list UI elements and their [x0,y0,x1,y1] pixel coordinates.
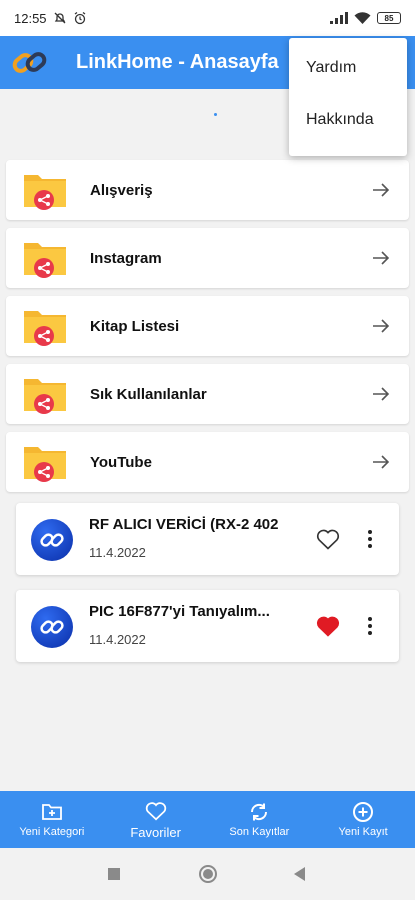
arrow-right-icon [373,455,390,469]
arrow-right-icon [373,319,390,333]
shared-folder-icon [22,169,68,211]
recents-square-icon[interactable] [107,867,121,881]
category-list: Alışveriş Instagram Kitap Listesi Sık Ku… [6,160,409,500]
link-date: 11.4.2022 [89,632,146,647]
nav-label: Son Kayıtlar [229,826,290,838]
shared-folder-icon [22,441,68,483]
loading-dot [214,113,217,116]
arrow-right-icon [373,387,390,401]
plus-circle-icon [353,802,374,822]
category-item[interactable]: Instagram [6,228,409,288]
arrow-right-icon [373,183,390,197]
signal-icon [330,12,348,24]
arrow-right-icon [373,251,390,265]
nav-new-record[interactable]: Yeni Kayıt [311,791,415,848]
category-label: Alışveriş [90,181,153,199]
nav-favorites[interactable]: Favoriler [104,791,208,848]
category-label: Instagram [90,249,162,267]
system-navigation-bar [0,848,415,900]
heart-filled-icon[interactable] [316,615,340,637]
category-label: Kitap Listesi [90,317,180,335]
battery-indicator: 85 [377,12,401,24]
link-date: 11.4.2022 [89,545,146,560]
link-record-card[interactable]: PIC 16F877'yi Tanıyalım... 11.4.2022 [16,590,399,662]
heart-outline-icon[interactable] [316,528,340,550]
folder-plus-icon [41,804,62,820]
link-chain-icon [31,606,73,648]
category-label: YouTube [90,453,152,471]
menu-item-hakkinda[interactable]: Hakkında [289,94,407,146]
category-item[interactable]: Alışveriş [6,160,409,220]
home-circle-icon[interactable] [198,864,218,884]
sync-icon [251,803,268,821]
link-title: RF ALICI VERİCİ (RX-2 402 [89,516,279,533]
nav-label: Yeni Kategori [19,826,85,838]
more-vert-icon[interactable] [364,614,376,638]
back-triangle-icon[interactable] [292,866,306,882]
bottom-navigation: Yeni Kategori Favoriler Son Kayıtlar Yen… [0,791,415,848]
category-label: Sık Kullanılanlar [90,385,207,403]
overflow-menu: Yardım Hakkında [289,38,407,156]
notifications-off-icon [54,12,66,24]
menu-item-yardim[interactable]: Yardım [289,42,407,94]
status-bar: 12:55 85 [0,0,415,36]
category-item[interactable]: YouTube [6,432,409,492]
link-chain-icon [31,519,73,561]
nav-label: Yeni Kayıt [338,826,388,838]
shared-folder-icon [22,237,68,279]
shared-folder-icon [22,305,68,347]
category-item[interactable]: Kitap Listesi [6,296,409,356]
wifi-icon [354,11,371,24]
category-item[interactable]: Sık Kullanılanlar [6,364,409,424]
link-title: PIC 16F877'yi Tanıyalım... [89,603,270,620]
nav-new-category[interactable]: Yeni Kategori [0,791,104,848]
status-time: 12:55 [14,10,47,26]
chain-link-logo-icon [12,51,47,73]
shared-folder-icon [22,373,68,415]
app-title: LinkHome - Anasayfa [76,51,279,73]
nav-label: Favoriler [130,824,181,840]
link-record-card[interactable]: RF ALICI VERİCİ (RX-2 402 11.4.2022 [16,503,399,575]
more-vert-icon[interactable] [364,527,376,551]
alarm-icon [74,11,85,25]
nav-recent-records[interactable]: Son Kayıtlar [208,791,312,848]
heart-outline-icon [145,801,166,820]
